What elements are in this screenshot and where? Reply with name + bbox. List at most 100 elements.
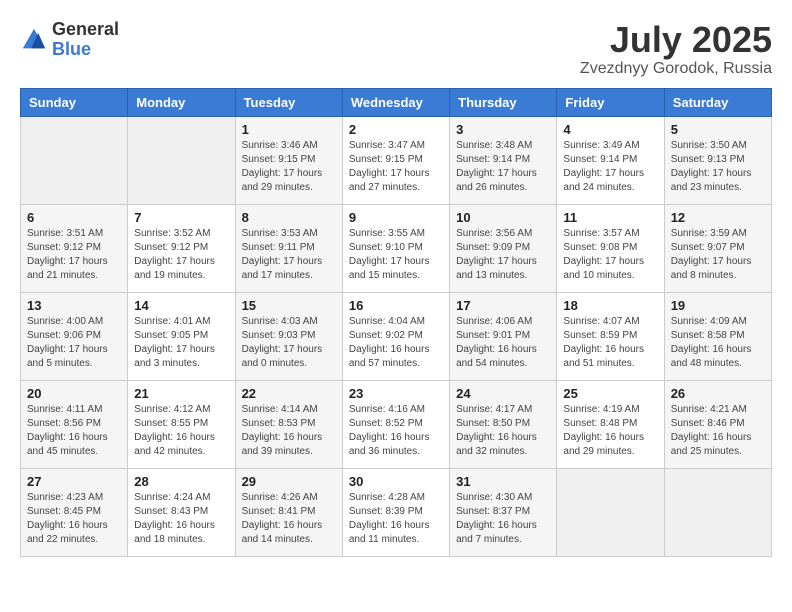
day-number: 8 — [242, 210, 336, 225]
day-info: Sunrise: 3:56 AM Sunset: 9:09 PM Dayligh… — [456, 227, 550, 283]
day-info: Sunrise: 4:30 AM Sunset: 8:37 PM Dayligh… — [456, 491, 550, 547]
day-number: 22 — [242, 386, 336, 401]
week-row-5: 27 Sunrise: 4:23 AM Sunset: 8:45 PM Dayli… — [21, 468, 772, 556]
day-number: 27 — [27, 474, 121, 489]
day-number: 12 — [671, 210, 765, 225]
col-monday: Monday — [128, 88, 235, 116]
calendar-cell-w3-d2: 14 Sunrise: 4:01 AM Sunset: 9:05 PM Dayli… — [128, 292, 235, 380]
day-info: Sunrise: 3:55 AM Sunset: 9:10 PM Dayligh… — [349, 227, 443, 283]
calendar-cell-w2-d6: 11 Sunrise: 3:57 AM Sunset: 9:08 PM Dayli… — [557, 204, 664, 292]
calendar-cell-w2-d5: 10 Sunrise: 3:56 AM Sunset: 9:09 PM Dayli… — [450, 204, 557, 292]
calendar-cell-w5-d5: 31 Sunrise: 4:30 AM Sunset: 8:37 PM Dayli… — [450, 468, 557, 556]
calendar-header-row: Sunday Monday Tuesday Wednesday Thursday… — [21, 88, 772, 116]
calendar-cell-w4-d3: 22 Sunrise: 4:14 AM Sunset: 8:53 PM Dayli… — [235, 380, 342, 468]
day-info: Sunrise: 3:59 AM Sunset: 9:07 PM Dayligh… — [671, 227, 765, 283]
day-info: Sunrise: 4:04 AM Sunset: 9:02 PM Dayligh… — [349, 315, 443, 371]
calendar-cell-w4-d1: 20Sunrise: 4:11 AM Sunset: 8:56 PM Dayli… — [21, 380, 128, 468]
day-info: Sunrise: 4:21 AM Sunset: 8:46 PM Dayligh… — [671, 403, 765, 459]
day-number: 31 — [456, 474, 550, 489]
day-info: Sunrise: 3:49 AM Sunset: 9:14 PM Dayligh… — [563, 139, 657, 195]
day-info: Sunrise: 4:19 AM Sunset: 8:48 PM Dayligh… — [563, 403, 657, 459]
day-info: Sunrise: 3:51 AM Sunset: 9:12 PM Dayligh… — [27, 227, 121, 283]
calendar-cell-w2-d1: 6 Sunrise: 3:51 AM Sunset: 9:12 PM Daylig… — [21, 204, 128, 292]
day-info: Sunrise: 3:53 AM Sunset: 9:11 PM Dayligh… — [242, 227, 336, 283]
week-row-1: 1Sunrise: 3:46 AM Sunset: 9:15 PM Daylig… — [21, 116, 772, 204]
calendar-cell-w1-d1 — [21, 116, 128, 204]
day-info: Sunrise: 4:09 AM Sunset: 8:58 PM Dayligh… — [671, 315, 765, 371]
col-thursday: Thursday — [450, 88, 557, 116]
week-row-2: 6 Sunrise: 3:51 AM Sunset: 9:12 PM Daylig… — [21, 204, 772, 292]
col-tuesday: Tuesday — [235, 88, 342, 116]
calendar-cell-w5-d1: 27 Sunrise: 4:23 AM Sunset: 8:45 PM Dayli… — [21, 468, 128, 556]
logo: General Blue — [20, 20, 119, 60]
day-number: 18 — [563, 298, 657, 313]
day-number: 25 — [563, 386, 657, 401]
day-info: Sunrise: 3:46 AM Sunset: 9:15 PM Dayligh… — [242, 139, 336, 195]
day-info: Sunrise: 4:03 AM Sunset: 9:03 PM Dayligh… — [242, 315, 336, 371]
day-info: Sunrise: 4:24 AM Sunset: 8:43 PM Dayligh… — [134, 491, 228, 547]
day-info: Sunrise: 4:00 AM Sunset: 9:06 PM Dayligh… — [27, 315, 121, 371]
day-number: 29 — [242, 474, 336, 489]
day-info: Sunrise: 3:48 AM Sunset: 9:14 PM Dayligh… — [456, 139, 550, 195]
calendar-cell-w1-d2 — [128, 116, 235, 204]
location: Zvezdnyy Gorodok, Russia — [580, 60, 772, 78]
day-number: 2 — [349, 122, 443, 137]
day-info: Sunrise: 3:47 AM Sunset: 9:15 PM Dayligh… — [349, 139, 443, 195]
calendar-table: Sunday Monday Tuesday Wednesday Thursday… — [20, 88, 772, 557]
calendar-cell-w4-d2: 21Sunrise: 4:12 AM Sunset: 8:55 PM Dayli… — [128, 380, 235, 468]
calendar-cell-w2-d4: 9Sunrise: 3:55 AM Sunset: 9:10 PM Daylig… — [342, 204, 449, 292]
day-info: Sunrise: 4:26 AM Sunset: 8:41 PM Dayligh… — [242, 491, 336, 547]
calendar-cell-w5-d3: 29 Sunrise: 4:26 AM Sunset: 8:41 PM Dayli… — [235, 468, 342, 556]
day-number: 15 — [242, 298, 336, 313]
calendar-cell-w5-d6 — [557, 468, 664, 556]
calendar-cell-w3-d7: 19Sunrise: 4:09 AM Sunset: 8:58 PM Dayli… — [664, 292, 771, 380]
logo-icon — [20, 26, 48, 54]
day-number: 6 — [27, 210, 121, 225]
day-number: 7 — [134, 210, 228, 225]
col-saturday: Saturday — [664, 88, 771, 116]
day-number: 30 — [349, 474, 443, 489]
calendar-cell-w3-d4: 16 Sunrise: 4:04 AM Sunset: 9:02 PM Dayli… — [342, 292, 449, 380]
calendar-cell-w4-d7: 26 Sunrise: 4:21 AM Sunset: 8:46 PM Dayli… — [664, 380, 771, 468]
day-number: 23 — [349, 386, 443, 401]
calendar-cell-w1-d6: 4Sunrise: 3:49 AM Sunset: 9:14 PM Daylig… — [557, 116, 664, 204]
week-row-3: 13Sunrise: 4:00 AM Sunset: 9:06 PM Dayli… — [21, 292, 772, 380]
day-info: Sunrise: 4:06 AM Sunset: 9:01 PM Dayligh… — [456, 315, 550, 371]
calendar-cell-w5-d4: 30Sunrise: 4:28 AM Sunset: 8:39 PM Dayli… — [342, 468, 449, 556]
calendar-cell-w1-d7: 5 Sunrise: 3:50 AM Sunset: 9:13 PM Daylig… — [664, 116, 771, 204]
title-block: July 2025 Zvezdnyy Gorodok, Russia — [580, 20, 772, 78]
day-info: Sunrise: 4:11 AM Sunset: 8:56 PM Dayligh… — [27, 403, 121, 459]
day-info: Sunrise: 4:14 AM Sunset: 8:53 PM Dayligh… — [242, 403, 336, 459]
day-info: Sunrise: 4:23 AM Sunset: 8:45 PM Dayligh… — [27, 491, 121, 547]
day-number: 28 — [134, 474, 228, 489]
day-info: Sunrise: 4:01 AM Sunset: 9:05 PM Dayligh… — [134, 315, 228, 371]
day-number: 26 — [671, 386, 765, 401]
calendar-cell-w1-d4: 2 Sunrise: 3:47 AM Sunset: 9:15 PM Daylig… — [342, 116, 449, 204]
calendar-cell-w4-d4: 23Sunrise: 4:16 AM Sunset: 8:52 PM Dayli… — [342, 380, 449, 468]
month-title: July 2025 — [580, 20, 772, 60]
logo-text: General Blue — [52, 20, 119, 60]
calendar-cell-w4-d5: 24Sunrise: 4:17 AM Sunset: 8:50 PM Dayli… — [450, 380, 557, 468]
col-sunday: Sunday — [21, 88, 128, 116]
calendar-cell-w2-d7: 12 Sunrise: 3:59 AM Sunset: 9:07 PM Dayli… — [664, 204, 771, 292]
calendar-cell-w3-d3: 15 Sunrise: 4:03 AM Sunset: 9:03 PM Dayli… — [235, 292, 342, 380]
day-number: 11 — [563, 210, 657, 225]
day-number: 5 — [671, 122, 765, 137]
day-info: Sunrise: 3:57 AM Sunset: 9:08 PM Dayligh… — [563, 227, 657, 283]
day-info: Sunrise: 4:07 AM Sunset: 8:59 PM Dayligh… — [563, 315, 657, 371]
day-number: 14 — [134, 298, 228, 313]
day-number: 24 — [456, 386, 550, 401]
day-number: 10 — [456, 210, 550, 225]
col-wednesday: Wednesday — [342, 88, 449, 116]
logo-blue: Blue — [52, 39, 91, 59]
calendar-cell-w1-d5: 3Sunrise: 3:48 AM Sunset: 9:14 PM Daylig… — [450, 116, 557, 204]
calendar-cell-w1-d3: 1Sunrise: 3:46 AM Sunset: 9:15 PM Daylig… — [235, 116, 342, 204]
day-number: 16 — [349, 298, 443, 313]
calendar-cell-w5-d2: 28 Sunrise: 4:24 AM Sunset: 8:43 PM Dayli… — [128, 468, 235, 556]
day-info: Sunrise: 3:50 AM Sunset: 9:13 PM Dayligh… — [671, 139, 765, 195]
day-info: Sunrise: 4:12 AM Sunset: 8:55 PM Dayligh… — [134, 403, 228, 459]
calendar-cell-w5-d7 — [664, 468, 771, 556]
calendar-cell-w3-d5: 17Sunrise: 4:06 AM Sunset: 9:01 PM Dayli… — [450, 292, 557, 380]
calendar-cell-w2-d2: 7Sunrise: 3:52 AM Sunset: 9:12 PM Daylig… — [128, 204, 235, 292]
col-friday: Friday — [557, 88, 664, 116]
